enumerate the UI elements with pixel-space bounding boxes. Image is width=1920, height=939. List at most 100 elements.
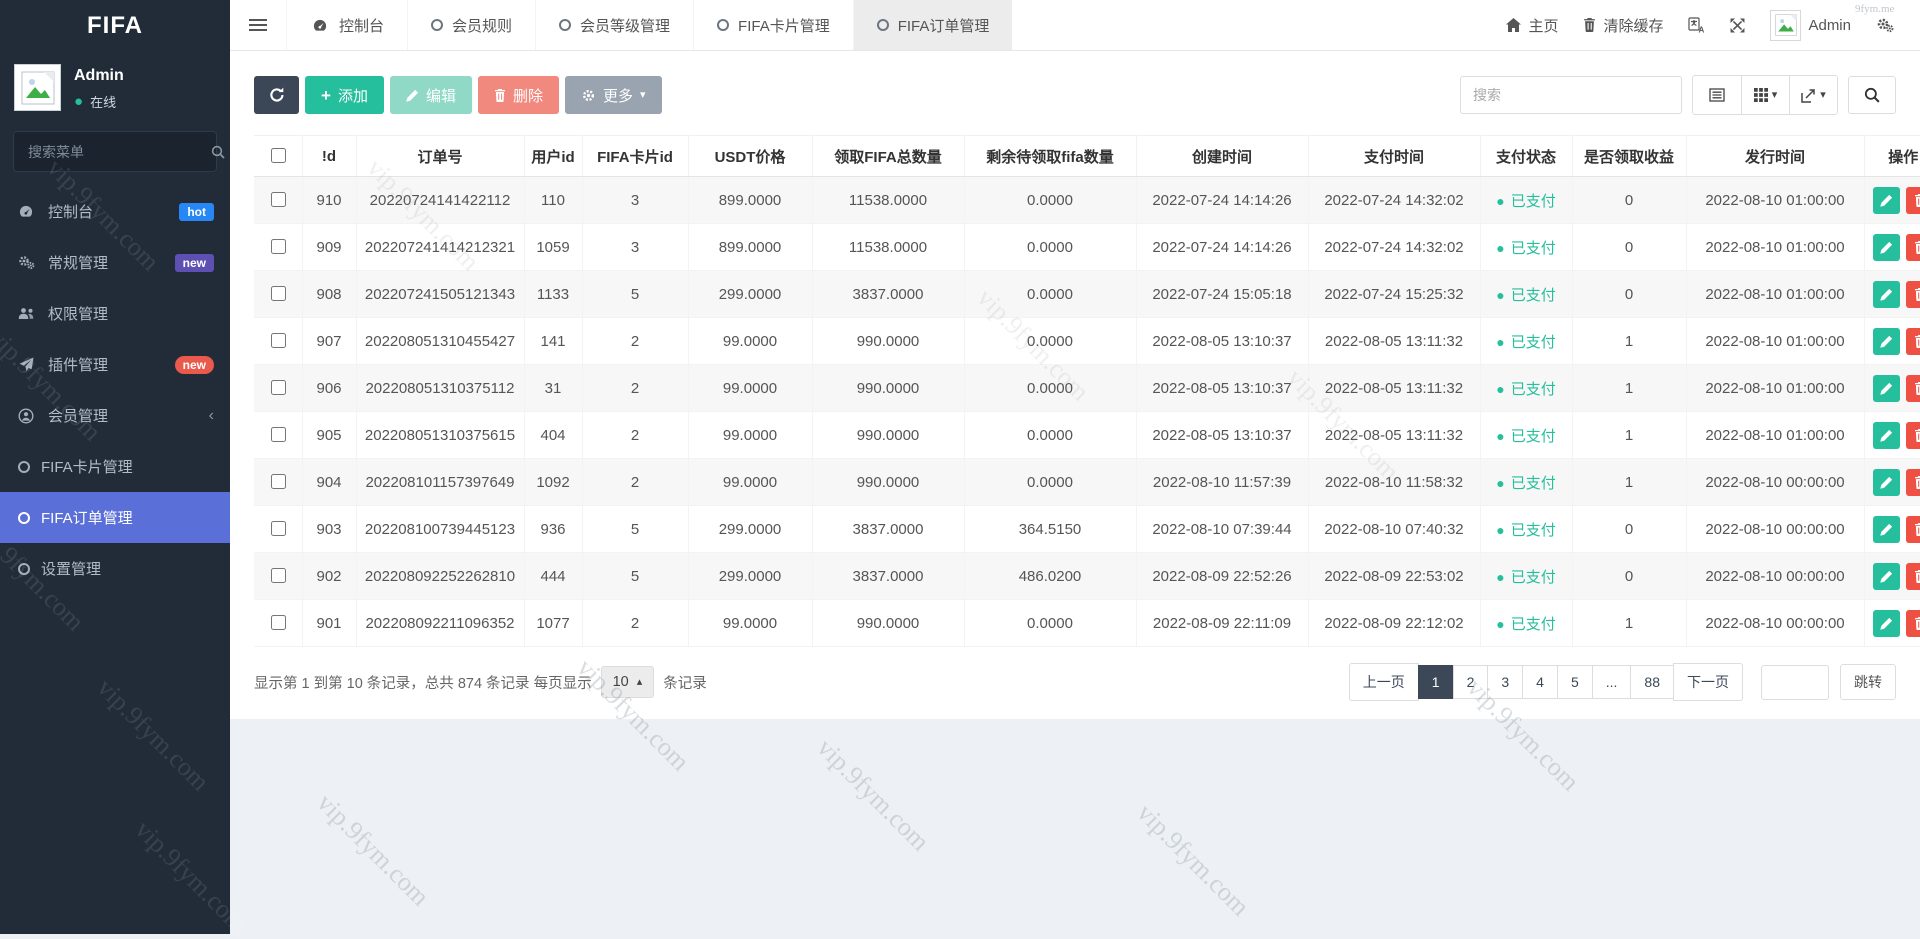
page-size-select[interactable]: 10 ▴ [600,666,655,698]
row-edit-button[interactable] [1873,515,1901,543]
row-delete-button[interactable] [1906,327,1920,355]
row-delete-button[interactable] [1906,233,1920,261]
circle-icon [559,19,572,31]
row-checkbox[interactable] [270,568,286,583]
detail-view-icon[interactable] [1693,76,1741,114]
nav-tabs: 控制台 会员规则 会员等级管理 FIFA卡片管理 FIFA订单管理 [286,0,1013,50]
refresh-button[interactable] [254,76,299,114]
row-delete-button[interactable] [1906,609,1920,637]
sidebar-item-1[interactable]: 控制台 hot [0,186,230,237]
row-edit-button[interactable] [1873,468,1901,496]
table-search-input[interactable] [1460,76,1682,114]
cell-pay-status: ● 已支付 [1480,176,1573,224]
status-dot-icon: ● [1496,615,1505,632]
next-page-button[interactable]: 下一页 [1673,663,1743,701]
row-delete-button[interactable] [1906,515,1920,543]
row-edit-button[interactable] [1873,186,1901,214]
row-edit-button[interactable] [1873,421,1901,449]
delete-button[interactable]: 删除 [477,76,559,114]
sidebar-item-5[interactable]: 会员管理 ‹ [0,390,230,441]
row-checkbox[interactable] [270,474,286,489]
nav-tab-5[interactable]: FIFA订单管理 [852,0,1013,50]
nav-tab-4[interactable]: FIFA卡片管理 [693,0,853,50]
settings-gears-icon[interactable] [1876,17,1894,33]
sidebar-item-2[interactable]: 常规管理 new [0,237,230,288]
nav-tab-3[interactable]: 会员等级管理 [535,0,693,50]
row-edit-button[interactable] [1873,280,1901,308]
row-delete-button[interactable] [1906,562,1920,590]
page-button-88[interactable]: 88 [1630,665,1674,699]
nav-tab-2[interactable]: 会员规则 [407,0,535,50]
home-button[interactable]: 主页 [1506,15,1558,36]
row-delete-button[interactable] [1906,280,1920,308]
sidebar-badge: new [174,253,214,272]
brand-logo: FIFA [87,12,143,39]
row-edit-button[interactable] [1873,327,1901,355]
row-checkbox[interactable] [270,333,286,348]
row-checkbox[interactable] [270,286,286,301]
column-header: 是否领取收益 [1572,135,1687,177]
page-button-2[interactable]: 2 [1452,665,1489,699]
user-menu[interactable]: Admin [1770,9,1851,41]
page-button-4[interactable]: 4 [1522,665,1558,699]
cell-received: 1 [1572,411,1687,459]
cell-id: 910 [302,176,357,224]
cell-issued-at: 2022-08-10 01:00:00 [1686,223,1865,271]
status-dot-icon: ● [1496,521,1505,538]
edit-button[interactable]: 编辑 [389,76,472,114]
caret-down-icon: ▾ [1820,88,1826,101]
pay-status-label: 已支付 [1510,568,1556,586]
sidebar-search[interactable] [13,131,225,172]
sidebar-subitem-1[interactable]: FIFA卡片管理 [0,441,230,492]
row-edit-button[interactable] [1873,609,1901,637]
page-button-1[interactable]: 1 [1417,665,1454,699]
cell-id: 903 [302,505,357,553]
cell-received: 1 [1572,458,1687,506]
circle-icon [431,19,444,31]
nav-tab-1[interactable]: 控制台 [286,0,407,50]
row-edit-button[interactable] [1873,374,1901,402]
cell-fifa-total: 11538.0000 [812,176,965,224]
search-button[interactable] [1848,76,1896,114]
records-summary-suffix: 条记录 [663,675,707,692]
columns-icon[interactable]: ▾ [1741,76,1789,114]
cell-paid-at: 2022-08-09 22:12:02 [1308,599,1481,647]
row-checkbox[interactable] [270,192,286,207]
fullscreen-icon[interactable] [1730,18,1745,33]
page-button-5[interactable]: 5 [1556,665,1593,699]
row-checkbox[interactable] [270,427,286,442]
row-delete-button[interactable] [1906,468,1920,496]
add-button[interactable]: + 添加 [305,76,384,114]
row-checkbox[interactable] [270,615,286,630]
row-delete-button[interactable] [1906,421,1920,449]
jump-page-input[interactable] [1761,664,1829,700]
row-delete-button[interactable] [1906,186,1920,214]
sidebar-search-input[interactable] [26,142,211,161]
page-button-...[interactable]: ... [1591,665,1632,699]
sidebar-subitem-2[interactable]: FIFA订单管理 [0,492,230,543]
row-edit-button[interactable] [1873,233,1901,261]
sidebar-item-label: 插件管理 [48,357,109,374]
prev-page-button[interactable]: 上一页 [1348,663,1419,701]
pager: 上一页 1 2 3 4 5... 88 下一页 跳转 [1348,663,1896,701]
table-row: 907 202208051310455427 141 2 99.0000 990.0000… [254,317,1920,365]
sidebar-subitem-3[interactable]: 设置管理 [0,543,230,594]
column-header: FIFA卡片id [582,135,689,177]
menu-toggle-icon[interactable] [230,0,286,50]
sidebar-item-3[interactable]: 权限管理 [0,288,230,339]
clear-cache-button[interactable]: 清除缓存 [1583,15,1663,36]
select-all-checkbox[interactable] [270,148,286,163]
caret-down-icon: ▾ [1771,88,1778,101]
page-button-3[interactable]: 3 [1487,665,1524,699]
row-checkbox[interactable] [270,239,286,254]
row-checkbox[interactable] [270,380,286,395]
row-checkbox[interactable] [270,521,286,536]
jump-button[interactable]: 跳转 [1840,664,1896,700]
export-icon[interactable]: ▾ [1789,76,1837,114]
cell-order-no: 202208051310375615 [356,411,525,459]
row-edit-button[interactable] [1873,562,1901,590]
translate-icon[interactable]: A [1688,17,1705,33]
more-button[interactable]: 更多 ▾ [564,76,662,114]
sidebar-item-4[interactable]: 插件管理 new [0,339,230,390]
row-delete-button[interactable] [1906,374,1920,402]
